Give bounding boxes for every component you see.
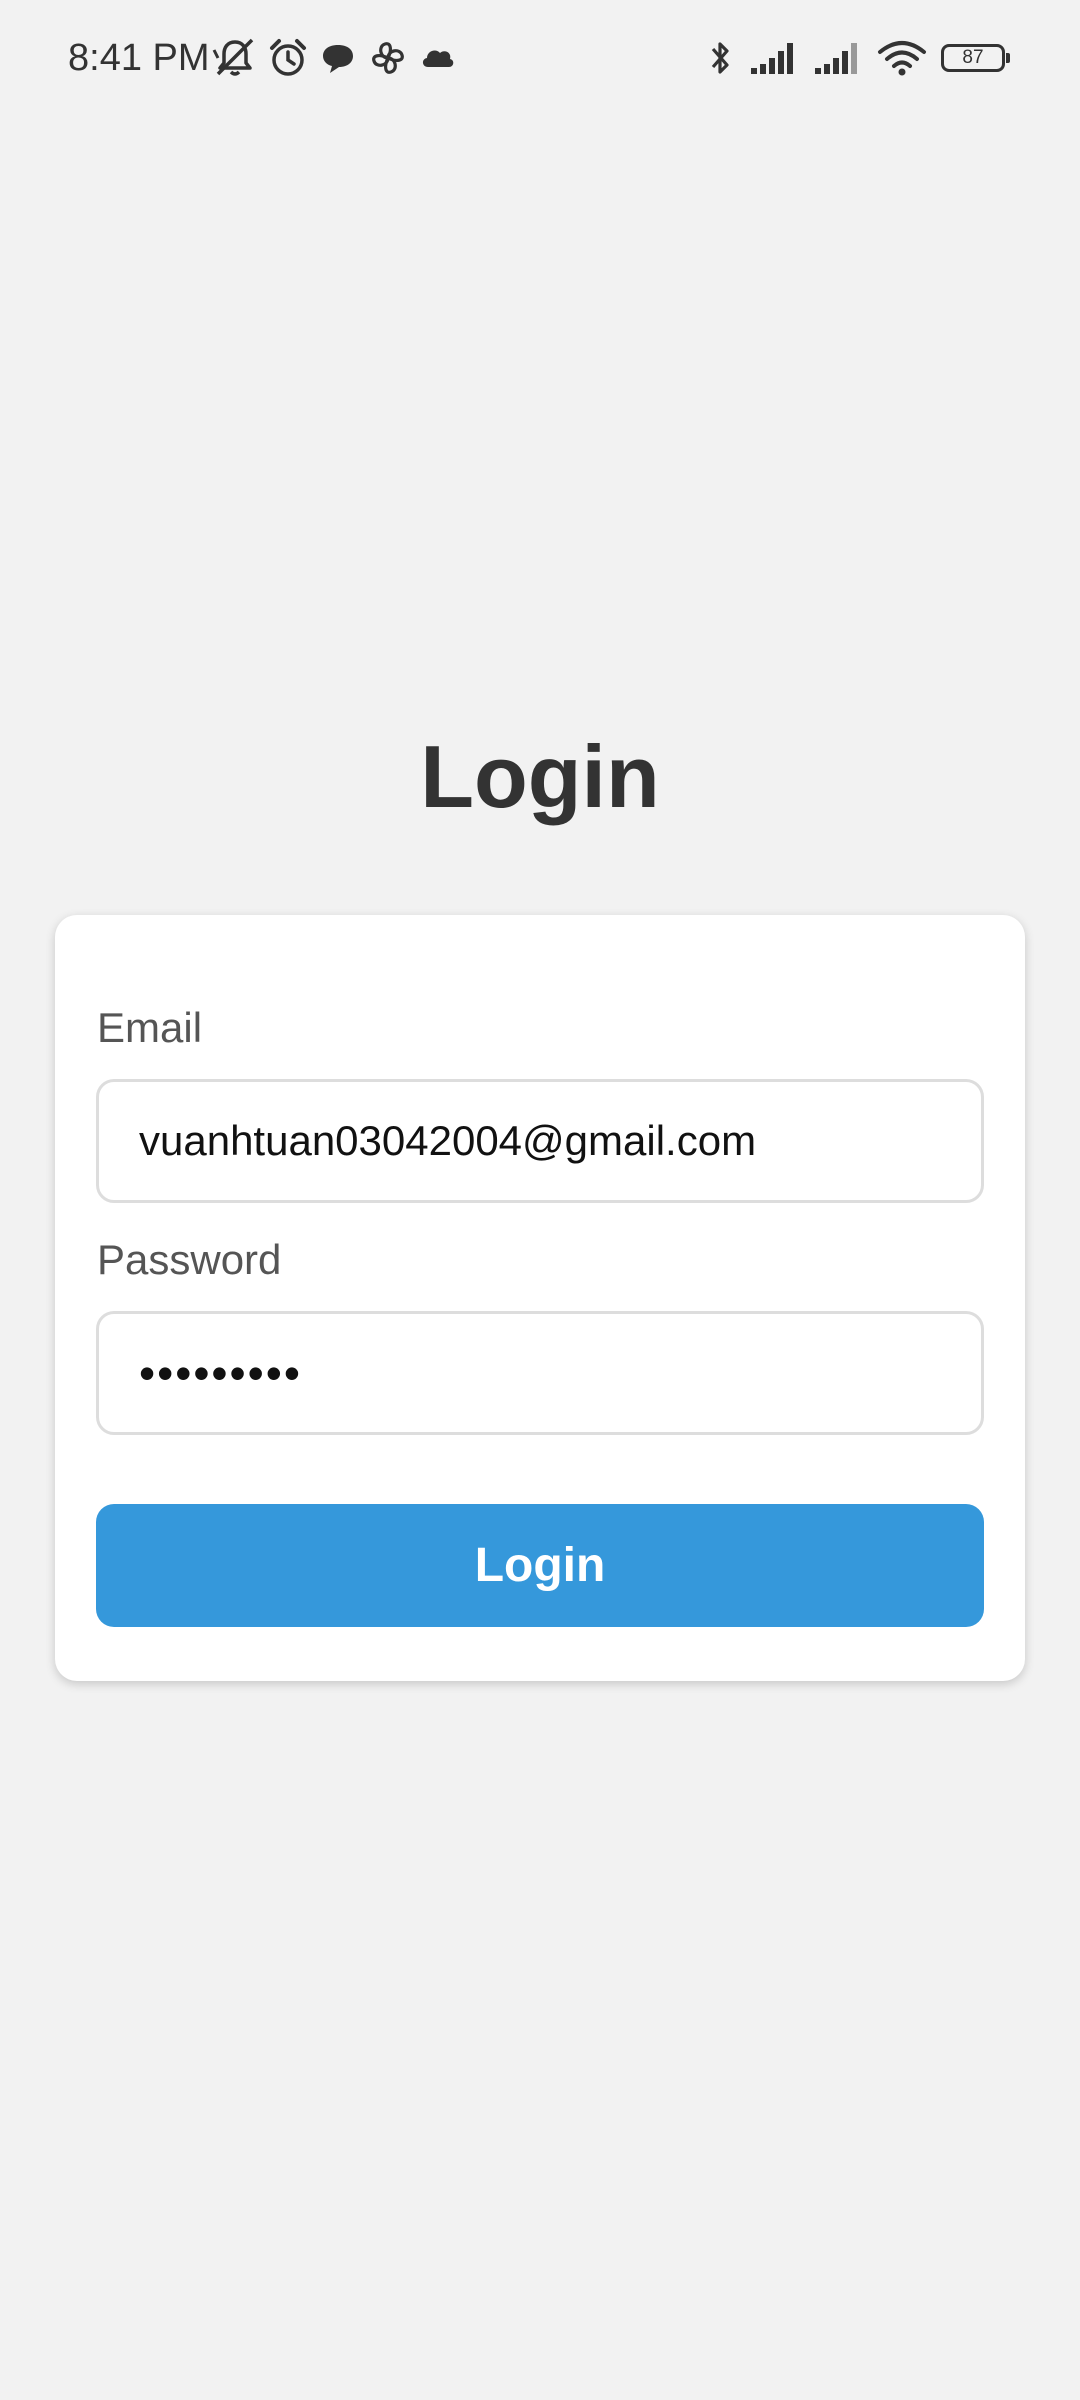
status-bar: 8:41 PM 87: [0, 0, 1080, 118]
email-label: Email: [97, 1004, 203, 1051]
battery-icon: 87: [941, 44, 1010, 72]
status-right-icons: 87: [705, 34, 1010, 82]
battery-level: 87: [962, 47, 984, 68]
alarm-icon: [266, 36, 310, 80]
cloud-icon: [418, 36, 458, 80]
bluetooth-icon: [705, 36, 735, 80]
pinwheel-icon: [366, 36, 410, 80]
signal-icon: [749, 38, 799, 78]
password-label: Password: [97, 1236, 282, 1283]
status-time: 8:41 PM: [68, 37, 210, 79]
login-button[interactable]: Login: [96, 1504, 984, 1627]
page-title: Login: [420, 727, 660, 826]
signal-icon: [813, 38, 863, 78]
login-card: Email Password Login: [55, 915, 1025, 1681]
chat-bubble-icon: [318, 36, 358, 80]
email-field[interactable]: [96, 1079, 984, 1203]
wifi-icon: [877, 38, 927, 78]
password-field[interactable]: [96, 1311, 984, 1435]
muted-notification-icon: [212, 36, 258, 80]
status-left-icons: [212, 36, 458, 80]
